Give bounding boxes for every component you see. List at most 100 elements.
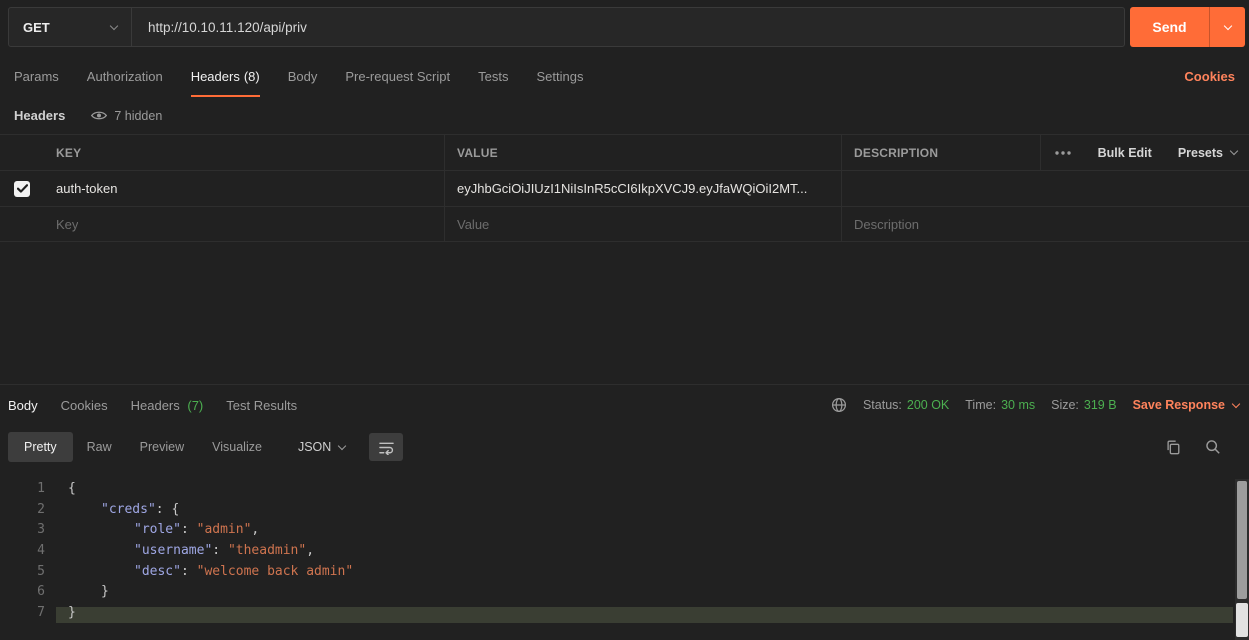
column-header-key: KEY bbox=[56, 146, 81, 160]
response-tab-cookies[interactable]: Cookies bbox=[61, 398, 108, 413]
presets-label: Presets bbox=[1178, 146, 1223, 160]
chevron-down-icon bbox=[338, 441, 346, 449]
response-meta: Status: 200 OK Time: 30 ms Size: 319 B S… bbox=[831, 397, 1241, 413]
response-tab-body[interactable]: Body bbox=[8, 398, 38, 413]
tab-headers-count: (8) bbox=[244, 69, 260, 84]
code-line: 2"creds": { bbox=[0, 500, 1235, 521]
response-toolbar: Pretty Raw Preview Visualize JSON bbox=[0, 425, 1249, 469]
header-row-empty: Key Value Description bbox=[0, 206, 1249, 242]
view-visualize-button[interactable]: Visualize bbox=[198, 432, 276, 462]
url-text: http://10.10.11.120/api/priv bbox=[148, 20, 307, 35]
line-content: } bbox=[45, 582, 109, 603]
view-pretty-button[interactable]: Pretty bbox=[8, 432, 73, 462]
line-content: "role": "admin", bbox=[45, 520, 259, 541]
response-body-code[interactable]: 1{2"creds": {3"role": "admin",4"username… bbox=[0, 479, 1235, 640]
line-content: "creds": { bbox=[45, 500, 179, 521]
more-options-icon[interactable] bbox=[1054, 150, 1072, 156]
status-label: Status: bbox=[863, 398, 902, 412]
line-number: 2 bbox=[0, 500, 45, 521]
url-input[interactable]: http://10.10.11.120/api/priv bbox=[132, 8, 1124, 46]
hidden-headers-label: 7 hidden bbox=[114, 109, 162, 123]
vertical-scrollbar[interactable] bbox=[1235, 479, 1249, 640]
view-raw-button[interactable]: Raw bbox=[73, 432, 126, 462]
line-number: 3 bbox=[0, 520, 45, 541]
view-preview-button[interactable]: Preview bbox=[126, 432, 198, 462]
send-button-group: Send bbox=[1130, 7, 1245, 47]
send-options-button[interactable] bbox=[1209, 7, 1245, 47]
presets-dropdown[interactable]: Presets bbox=[1178, 146, 1237, 160]
wrap-text-button[interactable] bbox=[369, 433, 403, 461]
row-checkbox[interactable] bbox=[14, 181, 30, 197]
postman-window: GET http://10.10.11.120/api/priv Send Pa… bbox=[0, 0, 1249, 640]
code-line: 4"username": "theadmin", bbox=[0, 541, 1235, 562]
save-response-button[interactable]: Save Response bbox=[1133, 398, 1239, 412]
status-badge: Status: 200 OK bbox=[863, 398, 949, 412]
hidden-headers-toggle[interactable]: 7 hidden bbox=[91, 109, 162, 123]
size-badge: Size: 319 B bbox=[1051, 398, 1116, 412]
header-row-auth-token: auth-token eyJhbGciOiJIUzI1NiIsInR5cCI6I… bbox=[0, 170, 1249, 206]
method-dropdown[interactable]: GET bbox=[9, 8, 132, 46]
status-value: 200 OK bbox=[907, 398, 949, 412]
response-tab-test-results[interactable]: Test Results bbox=[226, 398, 297, 413]
code-line: 5"desc": "welcome back admin" bbox=[0, 562, 1235, 583]
copy-icon[interactable] bbox=[1165, 439, 1181, 455]
bulk-edit-button[interactable]: Bulk Edit bbox=[1098, 146, 1152, 160]
line-number: 4 bbox=[0, 541, 45, 562]
headers-subheader: Headers 7 hidden bbox=[0, 97, 1249, 134]
wrap-text-icon bbox=[378, 440, 395, 455]
url-builder: GET http://10.10.11.120/api/priv bbox=[8, 7, 1125, 47]
headers-title: Headers bbox=[14, 108, 65, 123]
line-content: "username": "theadmin", bbox=[45, 541, 314, 562]
headers-table-header-row: KEY VALUE DESCRIPTION Bulk Edit Presets bbox=[0, 134, 1249, 170]
response-tab-headers[interactable]: Headers (7) bbox=[131, 398, 204, 413]
vertical-scrollbar-thumb[interactable] bbox=[1237, 481, 1247, 599]
time-value: 30 ms bbox=[1001, 398, 1035, 412]
description-placeholder-input[interactable]: Description bbox=[854, 217, 919, 232]
cookies-link[interactable]: Cookies bbox=[1184, 69, 1235, 84]
header-key-cell[interactable]: auth-token bbox=[56, 181, 117, 196]
globe-icon bbox=[831, 397, 847, 413]
code-line: 7} bbox=[0, 603, 1235, 624]
eye-icon bbox=[91, 110, 107, 121]
search-icon[interactable] bbox=[1205, 439, 1221, 455]
response-header: Body Cookies Headers (7) Test Results St… bbox=[0, 385, 1249, 425]
code-lines: 1{2"creds": {3"role": "admin",4"username… bbox=[0, 479, 1235, 624]
size-label: Size: bbox=[1051, 398, 1079, 412]
key-placeholder-input[interactable]: Key bbox=[56, 217, 78, 232]
method-label: GET bbox=[23, 20, 50, 35]
column-header-description: DESCRIPTION bbox=[854, 146, 938, 160]
tab-headers-label: Headers bbox=[191, 69, 240, 84]
header-value-cell[interactable]: eyJhbGciOiJIUzI1NiIsInR5cCI6IkpXVCJ9.eyJ… bbox=[457, 181, 807, 196]
headers-table: KEY VALUE DESCRIPTION Bulk Edit Presets bbox=[0, 134, 1249, 242]
tab-headers[interactable]: Headers (8) bbox=[191, 56, 260, 97]
chevron-down-icon bbox=[1232, 399, 1240, 407]
chevron-down-icon bbox=[1223, 21, 1231, 29]
response-panel: Body Cookies Headers (7) Test Results St… bbox=[0, 384, 1249, 640]
line-content: } bbox=[45, 603, 76, 624]
line-number: 7 bbox=[0, 603, 45, 624]
request-tabs: Params Authorization Headers (8) Body Pr… bbox=[0, 56, 1249, 97]
tab-tests[interactable]: Tests bbox=[478, 56, 508, 97]
format-dropdown[interactable]: JSON bbox=[298, 440, 345, 454]
line-content: { bbox=[45, 479, 76, 500]
code-line: 6} bbox=[0, 582, 1235, 603]
tab-pre-request-script[interactable]: Pre-request Script bbox=[345, 56, 450, 97]
chevron-down-icon bbox=[110, 21, 118, 29]
response-tab-headers-count: (7) bbox=[187, 398, 203, 413]
format-label: JSON bbox=[298, 440, 331, 454]
scrollbar-corner[interactable] bbox=[1236, 603, 1248, 637]
response-tools bbox=[1165, 439, 1241, 455]
size-value: 319 B bbox=[1084, 398, 1117, 412]
tab-params[interactable]: Params bbox=[14, 56, 59, 97]
tab-authorization[interactable]: Authorization bbox=[87, 56, 163, 97]
response-tab-headers-label: Headers bbox=[131, 398, 180, 413]
send-button[interactable]: Send bbox=[1130, 7, 1209, 47]
value-placeholder-input[interactable]: Value bbox=[457, 217, 489, 232]
header-check-column bbox=[0, 135, 44, 170]
chevron-down-icon bbox=[1230, 147, 1238, 155]
tab-settings[interactable]: Settings bbox=[536, 56, 583, 97]
save-response-label: Save Response bbox=[1133, 398, 1225, 412]
line-number: 5 bbox=[0, 562, 45, 583]
column-header-value: VALUE bbox=[457, 146, 498, 160]
tab-body[interactable]: Body bbox=[288, 56, 318, 97]
